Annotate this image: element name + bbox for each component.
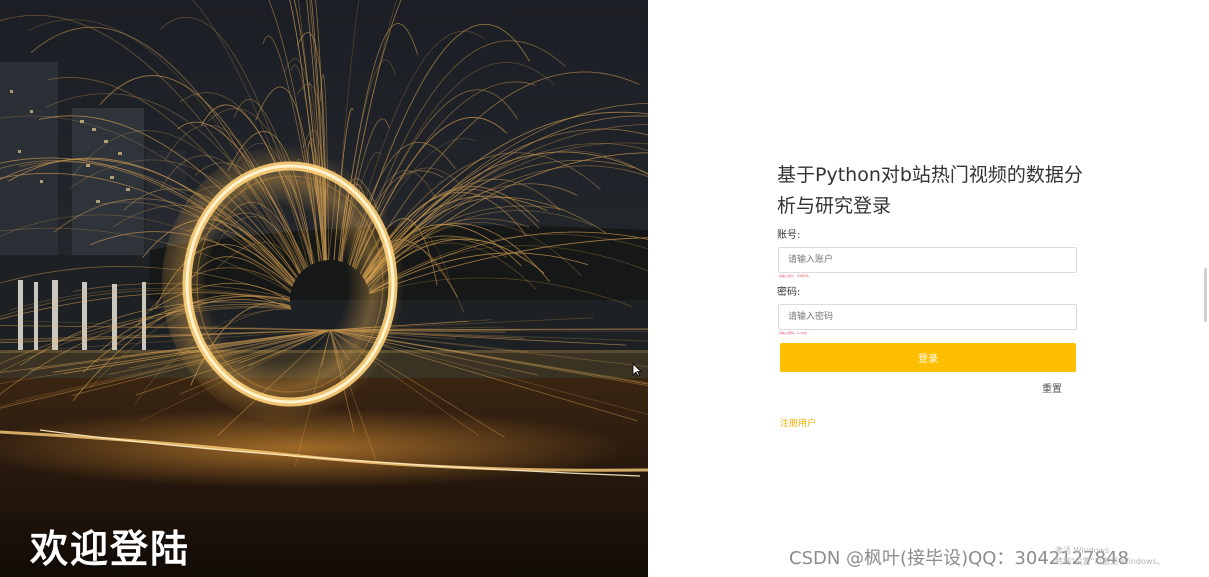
register-link[interactable]: 注册用户 <box>780 416 816 429</box>
login-page: 欢迎登陆 基于Python对b站热门视频的数据分析与研究登录 账号: 请输入账户… <box>0 0 1209 577</box>
welcome-title: 欢迎登陆 <box>30 527 191 571</box>
hero-image <box>0 0 648 577</box>
hero-panel: 欢迎登陆 <box>0 0 648 577</box>
account-label: 账号: <box>777 230 801 241</box>
scrollbar[interactable] <box>1204 268 1207 322</box>
mouse-cursor-icon <box>632 363 642 377</box>
activation-line-1: 激活 Windows <box>1055 546 1110 555</box>
windows-activation-notice: 激活 Windows 转到"设置"以激活 Windows。 <box>1055 545 1165 567</box>
login-panel: 基于Python对b站热门视频的数据分析与研究登录 账号: 请输入账户，字母开头… <box>648 0 1209 577</box>
password-hint: 请输入密码，6-16位 <box>779 331 807 335</box>
account-hint: 请输入账户，字母开头 <box>779 274 810 278</box>
activation-line-2: 转到"设置"以激活 Windows。 <box>1055 557 1165 566</box>
password-label: 密码: <box>777 287 801 298</box>
password-input[interactable] <box>778 304 1077 330</box>
reset-button[interactable]: 重置 <box>1042 380 1062 395</box>
login-title: 基于Python对b站热门视频的数据分析与研究登录 <box>777 164 1083 217</box>
login-button[interactable]: 登录 <box>780 343 1076 372</box>
account-input[interactable] <box>778 247 1077 273</box>
